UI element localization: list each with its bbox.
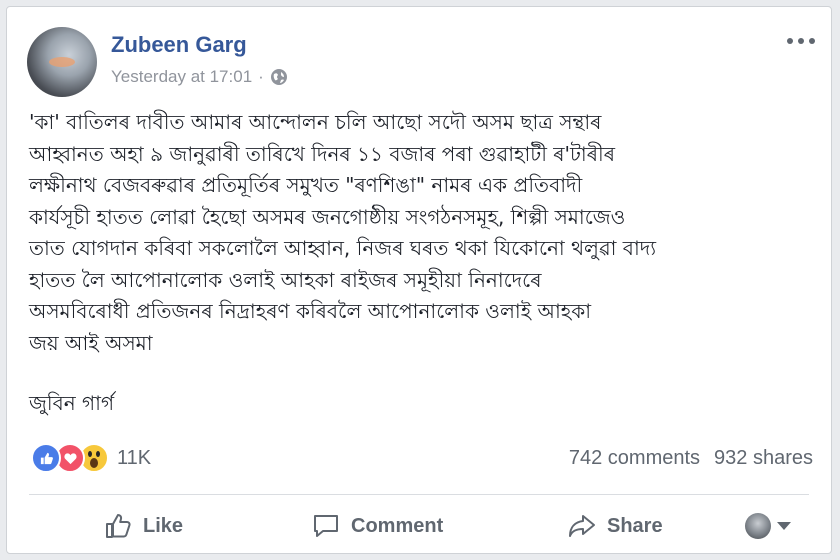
post-body: 'কা' বাতিলৰ দাবীত আমাৰ আন্দোলন চলি আছো স… <box>29 107 819 359</box>
post-line: তাত যোগদান কৰিবা সকলোলৈ আহ্বান, নিজৰ ঘৰত… <box>29 236 657 260</box>
globe-icon[interactable] <box>270 68 288 86</box>
reaction-as-selector[interactable] <box>745 513 791 539</box>
post-line: কাৰ্যসূচী হাতত লোৱা হৈছো অসমৰ জনগোষ্ঠীয়… <box>29 204 626 229</box>
author-name[interactable]: Zubeen Garg <box>111 32 247 58</box>
comment-icon <box>314 515 338 537</box>
thumbs-up-icon <box>106 514 131 538</box>
post-meta: Yesterday at 17:01 · <box>111 67 288 87</box>
comment-label: Comment <box>351 514 444 537</box>
post-stats: 742 comments 932 shares <box>569 447 813 470</box>
viewer-avatar <box>745 513 771 539</box>
reactions-summary[interactable]: 11K <box>31 443 151 473</box>
meta-separator: · <box>258 67 264 86</box>
post-timestamp[interactable]: Yesterday at 17:01 <box>111 67 252 87</box>
post-line: আহ্বানত অহা ৯ জানুৱাৰী তাৰিখে দিনৰ ১১ বজ… <box>29 141 615 166</box>
actions-divider <box>29 494 809 495</box>
more-options-button[interactable] <box>785 33 817 49</box>
reaction-count: 11K <box>117 446 152 469</box>
post-line: 'কা' বাতিলৰ দাবীত আমাৰ আন্দোলন চলি আছো স… <box>29 110 602 134</box>
share-button[interactable]: Share <box>567 511 663 541</box>
post-line: হাতত লৈ আপোনালোক ওলাই আহকা ৰাইজৰ সমূহীয়… <box>29 267 542 292</box>
share-icon <box>569 515 595 537</box>
share-count-link[interactable]: 932 shares <box>714 447 813 470</box>
post-signature: জুবিন গাৰ্গ <box>29 391 115 415</box>
post-actions-bar: Like Comment Share <box>29 503 809 549</box>
share-label: Share <box>607 514 663 537</box>
like-label: Like <box>143 514 184 537</box>
author-avatar[interactable] <box>27 27 97 97</box>
comment-button[interactable]: Comment <box>311 511 443 541</box>
post-card: Zubeen Garg Yesterday at 17:01 · 'কা' বা… <box>6 6 832 554</box>
comment-count-link[interactable]: 742 comments <box>569 447 700 470</box>
post-line: অসমবিৰোধী প্ৰতিজনৰ নিদ্ৰাহৰণ কৰিবলৈ আপোন… <box>29 299 592 323</box>
caret-down-icon <box>777 522 791 530</box>
post-line: লক্ষীনাথ বেজবৰুৱাৰ প্ৰতিমূৰ্তিৰ সমুখত "ৰ… <box>29 173 583 197</box>
like-button[interactable]: Like <box>103 511 183 541</box>
more-dots-icon <box>787 38 793 44</box>
like-reaction-icon <box>31 443 61 473</box>
post-line: জয় আই অসমা <box>29 330 153 355</box>
